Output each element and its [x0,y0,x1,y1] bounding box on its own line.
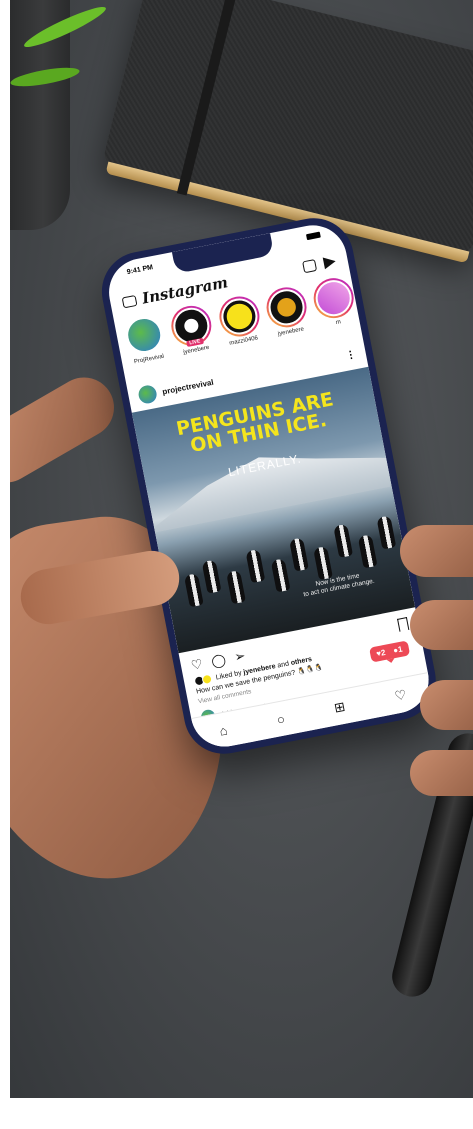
post-image[interactable]: PENGUINS ARE ON THIN ICE. LITERALLY. Now… [131,366,416,654]
right-finger [410,750,473,796]
photo-scene: 9:41 PM Instagram ProjRevival LIVE jyene… [0,0,473,1129]
share-icon[interactable]: ➢ [233,647,247,664]
penguin [357,534,378,569]
avatar[interactable] [137,383,159,405]
story-name: jyenebere [277,326,305,338]
penguin [289,537,309,572]
story-item[interactable]: LIVE jyenebere [167,302,220,371]
notif-likes: ♥2 [375,647,387,659]
direct-message-icon[interactable] [322,255,337,270]
story-name: ProjRevival [133,353,165,366]
right-finger [400,525,473,577]
activity-icon[interactable]: ♡ [393,687,407,705]
bookmark-icon[interactable] [396,616,410,632]
penguin [245,548,266,584]
battery-icon [305,231,321,241]
camera-icon[interactable] [121,294,138,308]
story-item[interactable]: m [309,274,362,344]
penguin [201,559,222,594]
story-name: m [335,319,342,327]
avatar [312,277,355,320]
post-username[interactable]: projectrevival [161,377,214,396]
story-item[interactable]: jyenebere [262,283,315,353]
status-time: 9:41 PM [126,264,154,277]
image-caption: Now is the time to act on climate change… [278,565,399,604]
right-finger [420,680,473,730]
story-item[interactable]: mazzi0406 [214,293,267,362]
home-icon[interactable]: ⌂ [218,722,229,738]
penguin [313,546,333,581]
penguin [183,573,204,608]
heart-icon[interactable]: ♡ [190,656,204,673]
penguin [333,523,354,558]
avatar [123,313,166,357]
comment-icon[interactable]: ◯ [210,651,227,669]
avatar [265,286,308,329]
more-options-icon[interactable]: ⋮ [345,349,357,362]
add-icon[interactable]: ⊞ [333,699,347,717]
left-border [0,0,10,1129]
activity-notification[interactable]: ♥2 ●1 [369,640,410,663]
story-item[interactable]: ProjRevival [120,311,173,380]
penguin [376,515,397,550]
liked-by-and: and [276,659,290,670]
notif-comments: ●1 [392,644,404,656]
avatar [217,295,261,338]
story-name: mazzi0406 [228,335,259,347]
penguin [226,570,246,605]
left-finger [0,366,125,494]
igtv-icon[interactable] [302,259,318,274]
right-finger [410,600,473,650]
search-icon[interactable]: ○ [275,711,286,727]
bottom-border [0,1098,473,1129]
